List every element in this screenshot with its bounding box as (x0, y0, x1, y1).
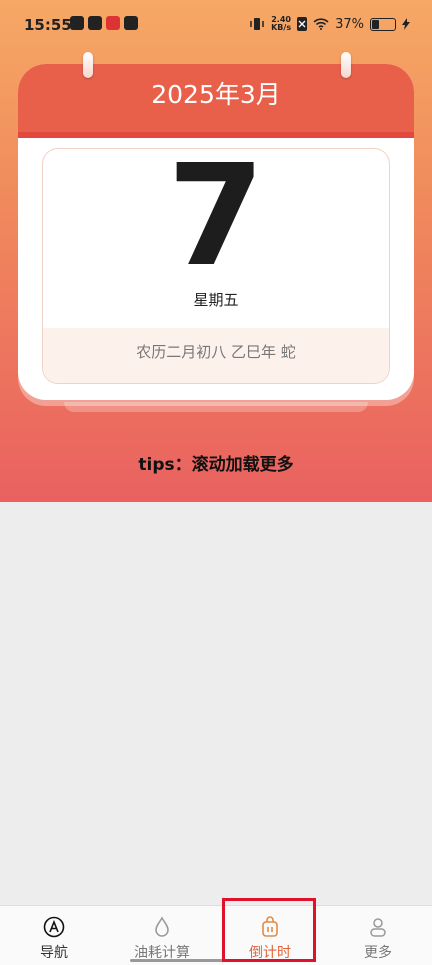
lunar-date: 农历二月初八 乙巳年 蛇 (43, 328, 389, 383)
vibrate-icon (250, 18, 264, 30)
app-notification-icon (70, 16, 84, 30)
battery-icon (370, 17, 396, 31)
calendar-ring-left (83, 52, 93, 78)
notification-icons (70, 16, 138, 30)
tab-more[interactable]: 更多 (324, 906, 432, 965)
highlight-box (222, 898, 316, 962)
app-notification-icon (88, 16, 102, 30)
fuel-drop-icon (155, 916, 169, 937)
calendar-body: 7 星期五 农历二月初八 乙巳年 蛇 (42, 148, 390, 384)
status-time: 15:55 (24, 16, 72, 34)
calendar-month-title: 2025年3月 (18, 64, 414, 138)
status-right: 2.40 KB/s 37% (249, 16, 410, 32)
calendar-stack-edge (64, 402, 368, 412)
calendar-card: 2025年3月 7 星期五 农历二月初八 乙巳年 蛇 (18, 64, 414, 400)
battery-fill (372, 19, 380, 29)
tab-label: 导航 (40, 945, 68, 961)
tab-navigation[interactable]: 导航 (0, 906, 108, 965)
navigation-icon (43, 916, 65, 938)
network-speed: 2.40 KB/s (271, 15, 292, 32)
charging-icon (402, 18, 410, 30)
calendar-ring-right (341, 52, 351, 78)
app-notification-icon (106, 16, 120, 30)
battery-percent: 37% (335, 16, 364, 32)
sim-off-icon (297, 17, 308, 31)
tab-label: 更多 (364, 945, 392, 961)
user-more-icon (370, 918, 386, 937)
weekday-label: 星期五 (193, 291, 239, 309)
tiktok-icon (124, 16, 138, 30)
tab-fuel-calc[interactable]: 油耗计算 (108, 906, 216, 965)
wifi-icon (313, 18, 329, 30)
day-number: 7 (167, 148, 265, 298)
status-bar: 15:55 2.40 KB/s 37% (0, 0, 432, 50)
tips-text: tips：滚动加载更多 (138, 455, 294, 475)
bottom-tab-bar: 导航 油耗计算 倒计时 更多 (0, 905, 432, 965)
